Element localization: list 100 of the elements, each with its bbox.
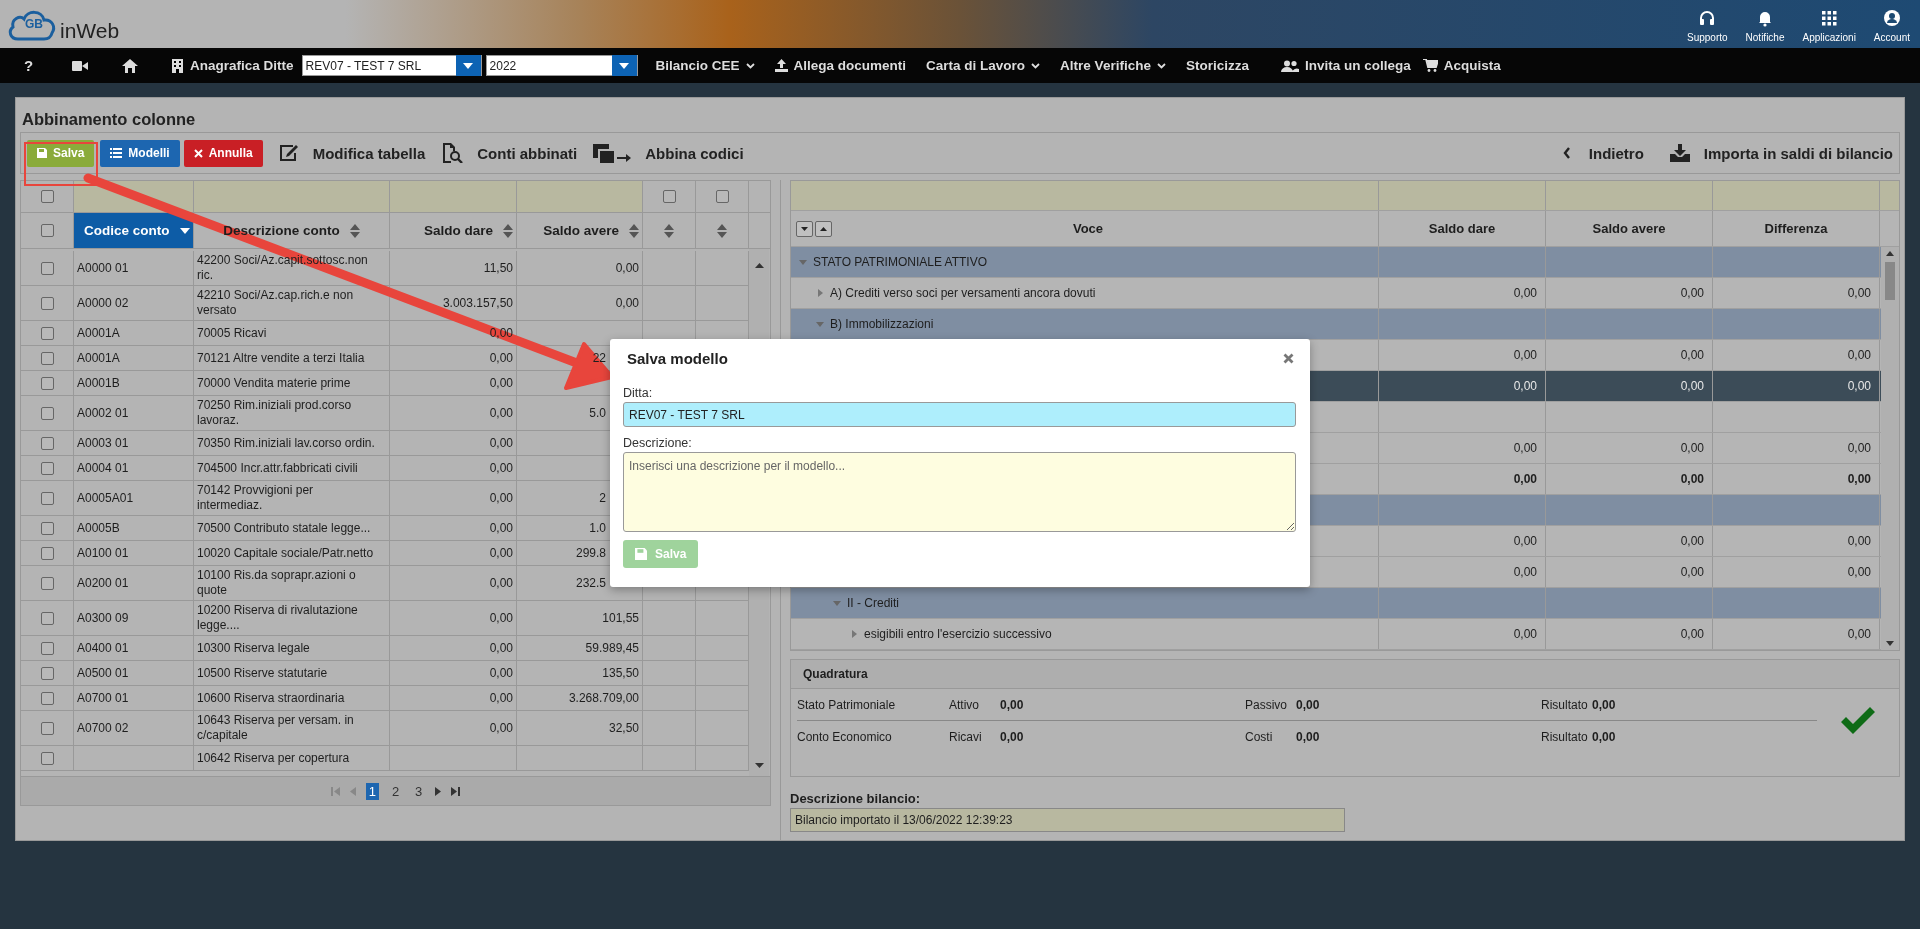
table-cell: A0003 01 — [77, 435, 129, 451]
table-cell: 0,00 — [489, 350, 513, 366]
table-cell-text: 232.5 — [575, 575, 607, 591]
table-cell: A0300 09 — [77, 610, 129, 626]
table-cell: 0,00 — [489, 690, 513, 706]
table-cell: 0,00 — [1847, 534, 1871, 548]
table-cell: 0,00 — [1847, 441, 1871, 455]
table-cell: 70121 Altre vendite a terzi Italia — [197, 350, 365, 366]
table-cell: 0,00 — [489, 325, 513, 341]
table-cell: A0005B — [77, 520, 120, 536]
table-cell: 0,00 — [1513, 534, 1537, 548]
table-cell: 0,00 — [489, 640, 513, 656]
table-cell: 0,00 — [1513, 627, 1537, 641]
table-cell: 0,00 — [1847, 472, 1871, 486]
table-cell: 0,00 — [489, 610, 513, 626]
table-cell: 70350 Rim.iniziali lav.corso ordin. — [197, 435, 375, 451]
table-cell-text: 1.0 — [589, 520, 607, 536]
table-cell: 70500 Contributo statale legge... — [197, 520, 371, 536]
table-cell: 0,00 — [1847, 565, 1871, 579]
table-cell: 11,50 — [483, 260, 513, 276]
row-label: II - Crediti — [847, 596, 899, 610]
field-label: Risultato — [1541, 697, 1589, 712]
row-label: Conto Economico — [797, 729, 893, 744]
table-cell: A0001A — [77, 350, 120, 366]
table-cell: 0,00 — [1847, 627, 1871, 641]
table-cell-text: 10200 Riserva di rivalutazione legge.... — [197, 603, 359, 633]
table-cell: 101,55 — [602, 610, 639, 626]
field-value: 0,00 — [1296, 697, 1320, 712]
table-cell: A0400 01 — [77, 640, 129, 656]
table-cell-text: 299.8 — [575, 545, 607, 561]
table-cell: A0004 01 — [77, 460, 129, 476]
table-cell: 0,00 — [1680, 472, 1704, 486]
table-cell: 0,00 — [1513, 286, 1537, 300]
field-label: Descrizione bilancio: — [790, 791, 922, 806]
table-cell: 10500 Riserve statutarie — [197, 665, 328, 681]
field-label: Passivo — [1245, 697, 1289, 712]
table-cell: 0,00 — [1513, 379, 1537, 393]
table-cell: A0700 01 — [77, 690, 129, 706]
table-cell: 704500 Incr.attr.fabbricati civili — [197, 460, 358, 476]
table-cell: 0,00 — [489, 720, 513, 736]
table-cell: 3.268.709,00 — [568, 690, 639, 706]
table-cell-text: 70250 Rim.iniziali prod.corso lavoraz. — [197, 398, 353, 428]
table-cell: A0700 02 — [77, 720, 129, 736]
table-cell: 0,00 — [1513, 441, 1537, 455]
column-header: Saldo avere — [1592, 221, 1666, 236]
table-cell: 0,00 — [1680, 627, 1704, 641]
table-cell: A0001B — [77, 375, 120, 391]
table-cell: 0,00 — [489, 435, 513, 451]
row-label: Stato Patrimoniale — [797, 697, 897, 712]
table-cell: 0,00 — [489, 665, 513, 681]
table-cell: 10642 Riserva per copertura — [197, 750, 350, 766]
table-cell: 0,00 — [1680, 565, 1704, 579]
table-cell: A0000 01 — [77, 260, 129, 276]
table-cell: 135,50 — [602, 665, 639, 681]
table-cell-text: 10643 Riserva per versam. in c/capitale — [197, 713, 355, 743]
table-cell: 0,00 — [489, 405, 513, 421]
table-cell-text: 2 — [599, 490, 607, 506]
table-cell: 0,00 — [1513, 472, 1537, 486]
table-cell: 10300 Riserva legale — [197, 640, 310, 656]
dialog-title: Salva modello — [627, 349, 728, 367]
table-cell: 0,00 — [1513, 348, 1537, 362]
table-cell: 0,00 — [1513, 565, 1537, 579]
table-cell-text: 10100 Ris.da soprapr.azioni o quote — [197, 568, 357, 598]
table-cell: A0000 02 — [77, 295, 129, 311]
field-label: Ditta: — [623, 386, 654, 400]
field-label: Risultato — [1541, 729, 1589, 744]
table-cell: 0,00 — [1847, 348, 1871, 362]
card-title: Quadratura — [791, 660, 1899, 689]
row-label: A) Crediti verso soci per versamenti ancora dovuti — [830, 286, 1096, 300]
table-cell: 0,00 — [1847, 379, 1871, 393]
table-cell: 0,00 — [1680, 286, 1704, 300]
table-cell: 0,00 — [615, 295, 639, 311]
row-label: B) Immobilizzazioni — [830, 317, 934, 331]
table-cell: 32,50 — [608, 720, 639, 736]
table-cell: 0,00 — [1680, 534, 1704, 548]
table-cell: 10600 Riserva straordinaria — [197, 690, 345, 706]
table-cell: A0200 01 — [77, 575, 129, 591]
table-cell: A0002 01 — [77, 405, 129, 421]
table-cell: 0,00 — [1680, 441, 1704, 455]
field-value: 0,00 — [1000, 697, 1024, 712]
table-cell: 59.989,45 — [585, 640, 639, 656]
table-cell: 0,00 — [489, 490, 513, 506]
row-label: STATO PATRIMONIALE ATTIVO — [813, 255, 988, 269]
table-cell: 0,00 — [489, 460, 513, 476]
table-cell: 0,00 — [489, 575, 513, 591]
logo-mark: GB — [25, 17, 43, 31]
column-header: Voce — [1071, 221, 1105, 236]
table-cell-text: 70142 Provvigioni per intermediaz. — [197, 483, 315, 513]
table-cell-text: 42210 Soci/Az.cap.rich.e non versato — [197, 288, 355, 318]
table-cell: 0,00 — [1847, 286, 1871, 300]
table-cell: 70000 Vendita materie prime — [197, 375, 351, 391]
table-cell: 0,00 — [1680, 348, 1704, 362]
field-label: Descrizione: — [623, 436, 693, 450]
field-label: Costi — [1245, 729, 1274, 744]
table-cell: 10020 Capitale sociale/Patr.netto — [197, 545, 374, 561]
field-value: 0,00 — [1592, 697, 1616, 712]
table-cell: 70005 Ricavi — [197, 325, 267, 341]
field-label: Attivo — [949, 697, 980, 712]
column-header: Differenza — [1764, 221, 1828, 236]
field-value: 0,00 — [1592, 729, 1616, 744]
